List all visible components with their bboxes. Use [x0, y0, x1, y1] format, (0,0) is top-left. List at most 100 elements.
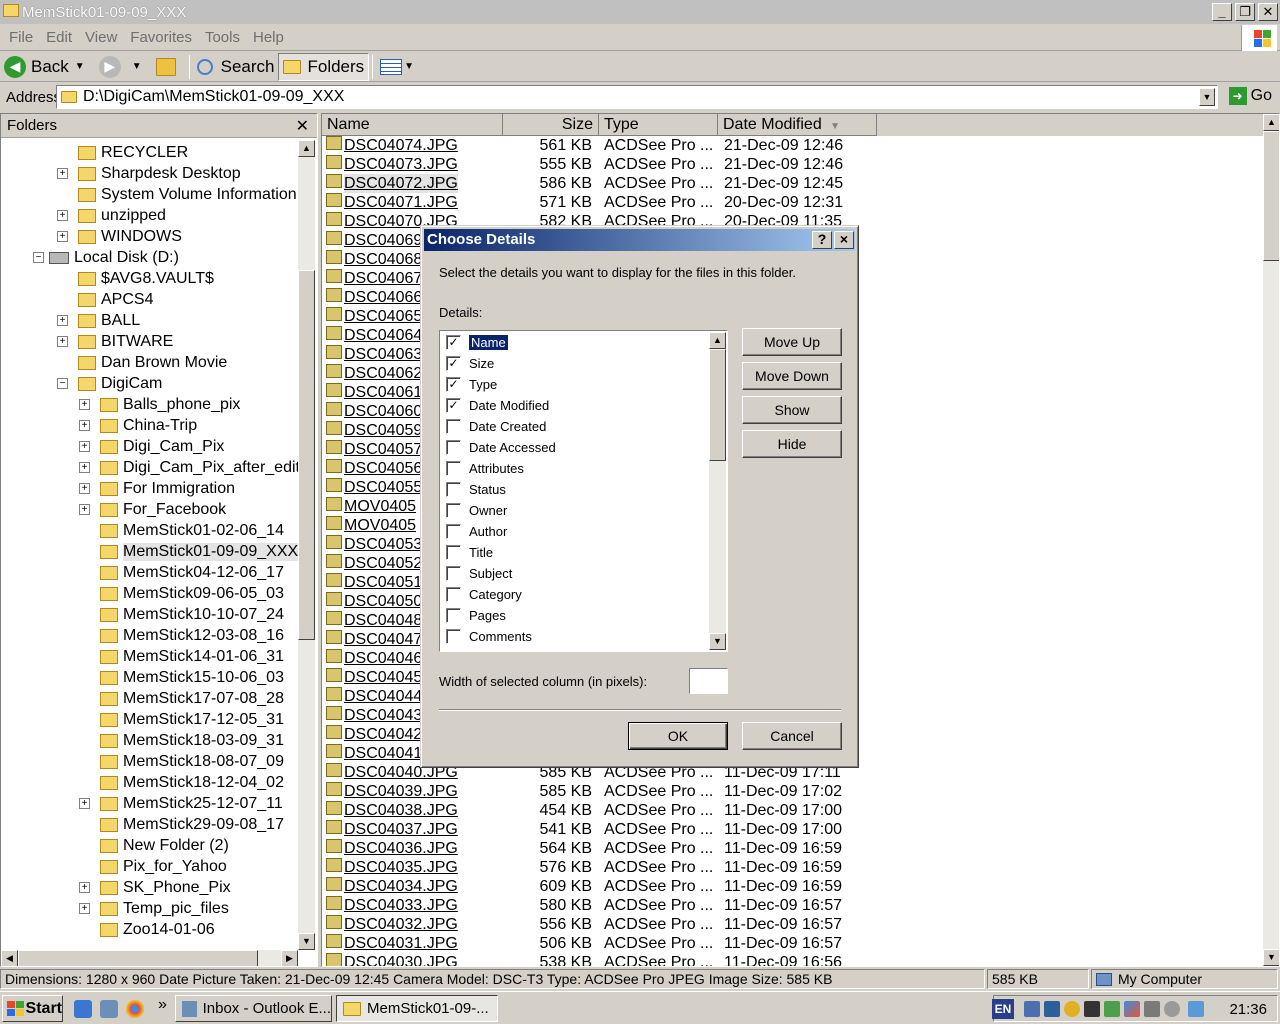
expand-icon[interactable]: + — [57, 315, 68, 326]
menu-file[interactable]: File — [9, 29, 33, 46]
display-icon[interactable] — [1124, 1001, 1140, 1017]
help-button[interactable]: ? — [812, 231, 832, 249]
folder-tree-hscroll[interactable]: ◀ ▶ — [1, 950, 298, 966]
checkbox-unchecked[interactable] — [446, 461, 461, 476]
maximize-button[interactable]: ❐ — [1235, 3, 1255, 21]
expand-icon[interactable]: + — [57, 168, 68, 179]
chevron-down-icon[interactable]: ▼ — [75, 61, 85, 72]
ok-button[interactable]: OK — [628, 722, 728, 750]
collapse-icon[interactable]: − — [33, 252, 44, 263]
file-row[interactable]: DSC04038.JPG 454 KB ACDSee Pro ... 11-Dec-0… — [322, 801, 882, 820]
outlook-icon[interactable] — [100, 1000, 118, 1018]
folder-tree-vscroll[interactable]: ▲ ▼ — [298, 140, 315, 950]
file-row[interactable]: DSC04035.JPG 576 KB ACDSee Pro ... 11-Dec-0… — [322, 858, 882, 877]
scroll-right-icon[interactable]: ▶ — [281, 950, 298, 966]
scroll-up-icon[interactable]: ▲ — [298, 140, 315, 157]
detail-option[interactable]: Comments — [446, 626, 532, 647]
chevron-right-icon[interactable]: » — [158, 996, 167, 1014]
volume-icon[interactable] — [1188, 1001, 1204, 1017]
move-up-button[interactable]: Move Up — [742, 328, 842, 356]
chevron-down-icon[interactable]: ▼ — [404, 61, 414, 72]
column-name[interactable]: Name — [322, 114, 503, 136]
network-icon[interactable] — [1024, 1001, 1040, 1017]
scroll-up-icon[interactable]: ▲ — [709, 332, 726, 349]
folder-tree-item[interactable]: MemStick17-12-05_31 — [79, 709, 284, 730]
menu-favorites[interactable]: Favorites — [130, 29, 192, 46]
detail-option[interactable]: ✓ Date Modified — [446, 395, 549, 416]
hide-button[interactable]: Hide — [742, 430, 842, 458]
shield-icon[interactable] — [1064, 1001, 1080, 1017]
folder-tree-item[interactable]: Zoo14-01-06 — [79, 919, 215, 940]
scroll-thumb[interactable] — [1263, 131, 1279, 261]
details-vscroll[interactable]: ▲ ▼ — [709, 332, 726, 650]
checkbox-unchecked[interactable] — [446, 482, 461, 497]
menu-view[interactable]: View — [85, 29, 117, 46]
detail-option[interactable]: Title — [446, 542, 493, 563]
expand-icon[interactable]: + — [79, 420, 90, 431]
disk-icon[interactable] — [1164, 1001, 1180, 1017]
task-outlook[interactable]: Inbox - Outlook E... — [175, 995, 332, 1022]
folder-tree-item[interactable]: + BITWARE — [57, 331, 173, 352]
folder-tree-item[interactable]: MemStick18-03-09_31 — [79, 730, 284, 751]
folder-tree-item[interactable]: MemStick29-09-08_17 — [79, 814, 284, 835]
folder-tree-item[interactable]: + MemStick25-12-07_11 — [79, 793, 283, 814]
folder-tree-item[interactable]: + WINDOWS — [57, 226, 182, 247]
folder-tree-item[interactable]: Dan Brown Movie — [57, 352, 227, 373]
checkbox-checked[interactable]: ✓ — [446, 335, 461, 350]
folder-tree-item[interactable]: System Volume Information — [57, 184, 297, 205]
task-explorer[interactable]: MemStick01-09-... — [336, 995, 498, 1022]
language-indicator[interactable]: EN — [992, 999, 1014, 1019]
expand-icon[interactable]: + — [79, 903, 90, 914]
expand-icon[interactable]: + — [79, 441, 90, 452]
detail-option[interactable]: Attributes — [446, 458, 524, 479]
folder-tree-item[interactable]: MemStick12-03-08_16 — [79, 625, 284, 646]
checkbox-checked[interactable]: ✓ — [446, 356, 461, 371]
search-button[interactable]: Search — [193, 53, 279, 81]
expand-icon[interactable]: + — [57, 210, 68, 221]
folder-tree-item[interactable]: New Folder (2) — [79, 835, 229, 856]
app-tray-icon[interactable] — [1084, 1001, 1100, 1017]
ie-icon[interactable] — [74, 1000, 92, 1018]
start-button[interactable]: Start — [2, 995, 63, 1022]
menu-tools[interactable]: Tools — [205, 29, 240, 46]
back-button[interactable]: ◀ Back ▼ — [0, 53, 95, 81]
scroll-thumb[interactable] — [709, 349, 726, 461]
checkbox-unchecked[interactable] — [446, 566, 461, 581]
expand-icon[interactable]: + — [57, 231, 68, 242]
folders-button[interactable]: Folders — [278, 52, 370, 81]
checkbox-unchecked[interactable] — [446, 503, 461, 518]
sync-icon[interactable] — [1104, 1001, 1120, 1017]
scroll-down-icon[interactable]: ▼ — [709, 633, 726, 650]
go-button[interactable]: ➜ Go — [1228, 87, 1272, 105]
detail-option[interactable]: ✓ Name — [446, 332, 509, 353]
scroll-up-icon[interactable]: ▲ — [1263, 114, 1279, 131]
show-button[interactable]: Show — [742, 396, 842, 424]
menu-edit[interactable]: Edit — [46, 29, 72, 46]
folder-tree-item[interactable]: + Digi_Cam_Pix — [79, 436, 224, 457]
close-button[interactable]: ✕ — [1258, 3, 1278, 21]
file-row[interactable]: DSC04074.JPG 561 KB ACDSee Pro ... 21-Dec-0… — [322, 136, 882, 155]
detail-option[interactable]: Author — [446, 521, 507, 542]
scroll-down-icon[interactable]: ▼ — [1263, 949, 1279, 966]
folder-tree-item[interactable]: + Temp_pic_files — [79, 898, 229, 919]
folder-tree-item[interactable]: MemStick09-06-05_03 — [79, 583, 284, 604]
chevron-down-icon[interactable]: ▼ — [132, 61, 142, 72]
folder-tree-item[interactable]: APCS4 — [57, 289, 153, 310]
detail-option[interactable]: Date Accessed — [446, 437, 556, 458]
folder-tree-item[interactable]: MemStick17-07-08_28 — [79, 688, 284, 709]
file-row[interactable]: DSC04036.JPG 564 KB ACDSee Pro ... 11-Dec-0… — [322, 839, 882, 858]
scroll-thumb[interactable] — [18, 950, 258, 966]
column-width-input[interactable] — [689, 668, 728, 694]
checkbox-unchecked[interactable] — [446, 524, 461, 539]
detail-option[interactable]: Owner — [446, 500, 507, 521]
checkbox-unchecked[interactable] — [446, 545, 461, 560]
column-date-modified[interactable]: Date Modified ▼ — [718, 114, 877, 136]
folder-tree-item[interactable]: + Balls_phone_pix — [79, 394, 240, 415]
checkbox-unchecked[interactable] — [446, 587, 461, 602]
detail-option[interactable]: Date Created — [446, 416, 546, 437]
detail-option[interactable]: Category — [446, 584, 522, 605]
folder-tree-item[interactable]: + BALL — [57, 310, 140, 331]
file-row[interactable]: DSC04034.JPG 609 KB ACDSee Pro ... 11-Dec-0… — [322, 877, 882, 896]
minimize-button[interactable]: _ — [1212, 3, 1232, 21]
views-button[interactable]: ▼ — [376, 53, 420, 81]
